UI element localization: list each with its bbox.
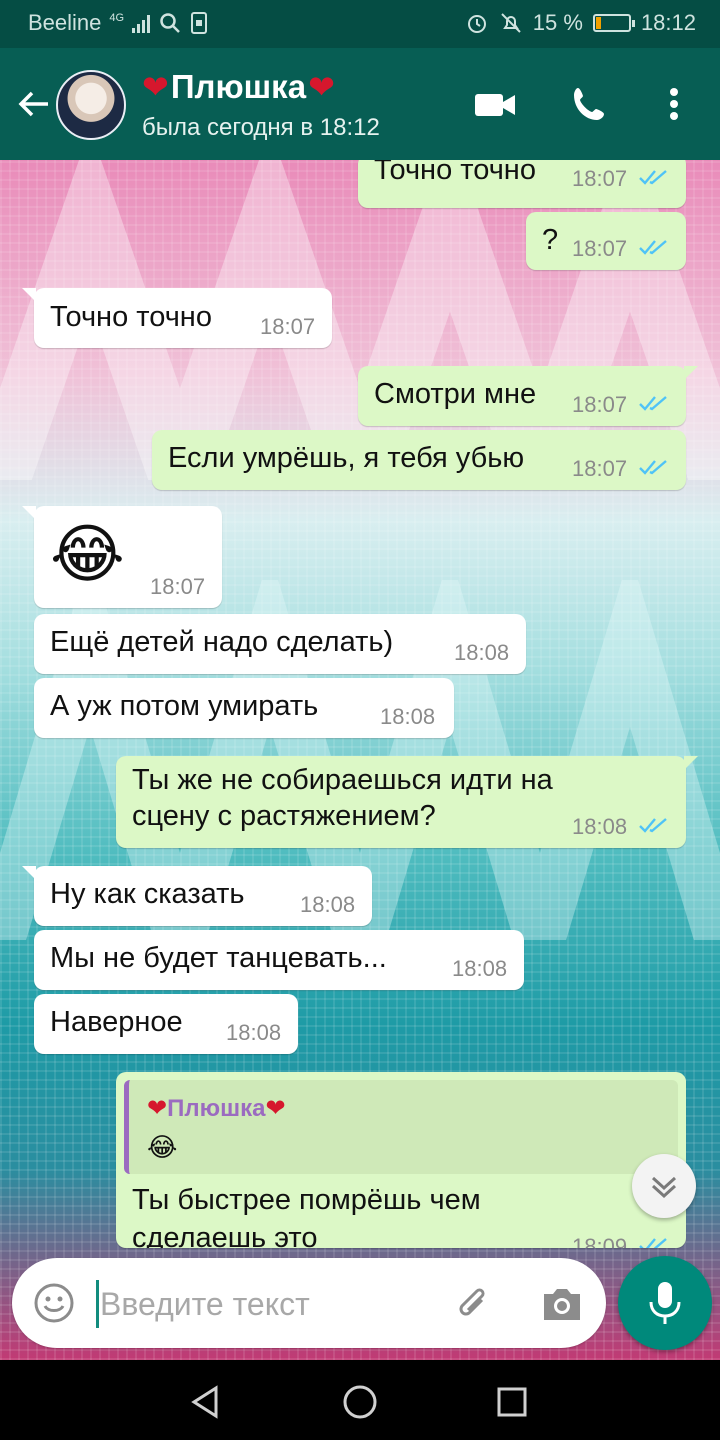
message-bubble-out[interactable]: ? 18:07 xyxy=(526,212,686,270)
message-time: 18:07 xyxy=(572,236,628,261)
message-bubble-in[interactable]: Ну как сказать 18:08 xyxy=(22,866,372,926)
quote-author-text: Плюшка xyxy=(167,1094,266,1122)
message-text: Наверное xyxy=(50,1006,183,1038)
battery-percent: 15 % xyxy=(532,10,583,35)
read-ticks-icon xyxy=(639,460,667,475)
message-time: 18:07 xyxy=(260,314,316,339)
read-ticks-icon xyxy=(639,396,667,411)
nav-home-icon[interactable] xyxy=(340,1382,380,1422)
message-text: Ещё детей надо сделать) xyxy=(50,626,394,658)
compose-bar: Введите текст xyxy=(0,1250,720,1360)
nav-recents-icon[interactable] xyxy=(492,1382,532,1422)
message-text: Ну как сказать xyxy=(50,878,245,910)
message-bubble-out[interactable]: Смотри мне 18:07 xyxy=(358,366,698,426)
video-call-icon[interactable] xyxy=(472,82,518,126)
message-text: ? xyxy=(542,224,559,256)
emoji-icon[interactable] xyxy=(32,1281,76,1325)
message-text: Ты быстрее помрёшь чем xyxy=(132,1184,481,1216)
search-icon xyxy=(160,13,180,33)
message-bubble-out[interactable]: Если умрёшь, я тебя убью 18:07 xyxy=(152,430,686,490)
heart-icon: ❤ xyxy=(308,69,335,105)
message-bubble-in[interactable]: А уж потом умирать 18:08 xyxy=(34,678,454,738)
nav-back-icon[interactable] xyxy=(186,1382,226,1422)
message-time: 18:07 xyxy=(150,574,206,599)
chat-area[interactable]: Точно точно 18:07 ? 18:07 Точно точно 18… xyxy=(0,160,720,1360)
camera-icon[interactable] xyxy=(540,1284,584,1324)
message-bubble-out-reply[interactable]: ❤ Плюшка ❤ 😂 Ты быстрее помрёшь чем сделае… xyxy=(116,1072,686,1248)
carrier-label: Beeline xyxy=(28,10,102,35)
contact-name-text: Плюшка xyxy=(170,68,307,105)
message-time: 18:07 xyxy=(572,392,628,417)
signal-icon xyxy=(132,13,151,33)
message-input[interactable]: Введите текст xyxy=(12,1258,606,1348)
more-vert-icon[interactable] xyxy=(654,82,694,126)
read-ticks-icon xyxy=(639,170,667,185)
alarm-icon xyxy=(467,15,486,33)
message-time: 18:07 xyxy=(572,456,628,481)
status-bar: Beeline 4G 15 % 18:12 xyxy=(0,0,720,48)
read-ticks-icon xyxy=(639,1238,667,1248)
message-bubble-in[interactable]: Точно точно 18:07 xyxy=(22,288,332,348)
battery-icon xyxy=(592,14,635,32)
message-time: 18:09 xyxy=(572,1234,628,1248)
avatar[interactable] xyxy=(56,70,126,140)
message-text: Точно точно xyxy=(374,160,536,186)
message-time: 18:08 xyxy=(226,1020,282,1045)
sim-icon xyxy=(191,12,208,34)
message-text: Если умрёшь, я тебя убью xyxy=(168,442,525,474)
heart-icon: ❤ xyxy=(142,69,169,105)
chat-header: ❤ Плюшка ❤ была сегодня в 18:12 xyxy=(0,48,720,160)
message-text: Мы не будет танцевать... xyxy=(50,942,387,974)
quote-text: 😂 xyxy=(147,1132,178,1162)
message-text: сцену с растяжением? xyxy=(132,800,436,832)
scroll-to-bottom-button[interactable] xyxy=(632,1154,696,1218)
message-time: 18:07 xyxy=(572,166,628,191)
emoji-laughing: 😂 xyxy=(50,518,125,590)
message-bubble-in[interactable]: 😂 18:07 xyxy=(22,506,222,608)
attach-icon[interactable] xyxy=(452,1282,496,1326)
voice-record-button[interactable] xyxy=(618,1256,712,1350)
mic-icon xyxy=(649,1282,681,1324)
back-icon[interactable] xyxy=(14,84,54,124)
message-bubble-out[interactable]: Точно точно 18:07 xyxy=(358,160,686,208)
input-placeholder: Введите текст xyxy=(100,1286,310,1322)
message-text: сделаешь это xyxy=(132,1222,318,1248)
message-bubble-out[interactable]: Ты же не собираешься идти на сцену с рас… xyxy=(116,756,698,848)
quote-author: ❤ Плюшка ❤ xyxy=(147,1094,286,1123)
text-caret xyxy=(96,1280,99,1328)
heart-icon: ❤ xyxy=(265,1095,286,1122)
mute-icon xyxy=(501,13,521,33)
clock: 18:12 xyxy=(640,10,696,35)
message-text: А уж потом умирать xyxy=(50,690,319,722)
message-text: Ты же не собираешься идти на xyxy=(132,764,553,796)
phone-call-icon[interactable] xyxy=(568,82,614,126)
message-time: 18:08 xyxy=(380,704,436,729)
network-label: 4G xyxy=(109,12,125,24)
message-time: 18:08 xyxy=(452,956,508,981)
message-bubble-in[interactable]: Наверное 18:08 xyxy=(34,994,298,1054)
read-ticks-icon xyxy=(639,818,667,833)
message-bubble-in[interactable]: Мы не будет танцевать... 18:08 xyxy=(34,930,524,990)
last-seen: была сегодня в 18:12 xyxy=(142,114,380,141)
message-time: 18:08 xyxy=(300,892,356,917)
system-nav-bar xyxy=(0,1360,720,1440)
message-text: Точно точно xyxy=(50,301,212,333)
heart-icon: ❤ xyxy=(147,1095,168,1122)
chevron-double-down-icon xyxy=(651,1176,677,1199)
quoted-message[interactable]: ❤ Плюшка ❤ 😂 xyxy=(124,1080,678,1174)
message-text: Смотри мне xyxy=(374,378,537,410)
message-time: 18:08 xyxy=(572,814,628,839)
read-ticks-icon xyxy=(639,240,667,255)
contact-name[interactable]: ❤ Плюшка ❤ xyxy=(142,68,335,106)
message-bubble-in[interactable]: Ещё детей надо сделать) 18:08 xyxy=(34,614,526,674)
message-time: 18:08 xyxy=(454,640,510,665)
